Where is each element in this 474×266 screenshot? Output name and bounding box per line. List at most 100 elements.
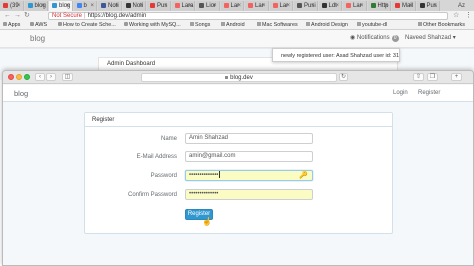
safari-address-text: blog.dev [230, 75, 253, 81]
bookmark-android[interactable]: Android [221, 21, 245, 30]
tab-close-icon[interactable]: × [41, 1, 45, 11]
notification-item[interactable]: newly registered user: Asad Shahzad user… [272, 48, 400, 62]
tabs-overview-button[interactable]: ❐ [427, 73, 438, 81]
bookmark-how-to-create-sche[interactable]: How to Create Sche... [58, 21, 116, 30]
tab-close-icon[interactable]: × [237, 1, 241, 11]
tab-close-icon[interactable]: × [311, 1, 315, 11]
browser-tab[interactable]: Pus × [416, 1, 440, 11]
user-dropdown[interactable]: Naveed Shahzad ▾ [405, 34, 456, 42]
safari-address-bar[interactable]: blog.dev [141, 73, 337, 82]
tab-close-icon[interactable]: × [188, 1, 192, 11]
chevron-right-icon: › [50, 74, 52, 80]
tab-close-icon[interactable]: × [90, 1, 94, 11]
bookmark-mac-softwares[interactable]: Mac Softwares [257, 21, 298, 30]
zoom-window-icon[interactable] [24, 74, 30, 80]
tab-close-icon[interactable]: × [335, 1, 339, 11]
share-button[interactable]: ⇧ [413, 73, 424, 81]
bookmark-other-bookmarks[interactable]: Other Bookmarks [418, 21, 465, 30]
name-label: Name [160, 136, 177, 142]
omnibox[interactable]: Not Secure | https://blog.dev/admin [48, 12, 448, 20]
bookmark-favicon-icon [124, 22, 128, 26]
browser-tab[interactable]: Lar × [245, 1, 269, 11]
browser-tab[interactable]: Lara × [171, 1, 195, 11]
bookmark-youtube-dl[interactable]: youtube-dl [357, 21, 387, 30]
chevron-left-icon: ‹ [39, 74, 41, 80]
not-secure-label: Not Secure [52, 13, 83, 19]
browser-tab[interactable]: blog × [49, 1, 73, 11]
tab-close-icon[interactable]: × [360, 1, 364, 11]
tab-favicon-icon [395, 2, 400, 8]
key-icon[interactable]: 🔑 [299, 172, 308, 180]
tab-close-icon[interactable]: × [66, 1, 70, 11]
reload-icon: ↻ [340, 74, 347, 80]
share-icon: ⇧ [415, 74, 422, 80]
url-scheme: https:// [87, 13, 106, 19]
bookmark-working-with-mysq[interactable]: Working with MySQ... [124, 21, 181, 30]
browser-tab[interactable]: b × [73, 1, 97, 11]
tab-close-icon[interactable]: × [286, 1, 290, 11]
admin-dashboard-heading: Admin Dashboard [107, 61, 156, 67]
browser-tab[interactable]: Http × [367, 1, 391, 11]
bookmark-apps[interactable]: Apps [3, 21, 20, 30]
notifications-dropdown[interactable]: ◉ Notifications 0 [350, 34, 399, 42]
app-brand[interactable]: blog [14, 89, 28, 98]
forward-button[interactable]: › [46, 73, 56, 81]
profile-button[interactable]: Az [458, 1, 474, 11]
tab-close-icon[interactable]: × [115, 1, 119, 11]
bookmark-android-design[interactable]: Android Design [306, 21, 348, 30]
tab-close-icon[interactable]: × [384, 1, 388, 11]
user-name: Naveed Shahzad [405, 35, 452, 41]
browser-tab[interactable]: Lar × [343, 1, 367, 11]
password-label: Password [150, 173, 177, 179]
tab-close-icon[interactable]: × [409, 1, 413, 11]
browser-tab[interactable]: Mail × [392, 1, 416, 11]
tab-close-icon[interactable]: × [262, 1, 266, 11]
back-button[interactable]: ‹ [35, 73, 45, 81]
tab-label: b [83, 3, 87, 9]
tab-close-icon[interactable]: × [17, 1, 21, 11]
menu-icon[interactable]: ⋮ [465, 12, 472, 20]
password-value: •••••••••••••• [189, 172, 219, 179]
reload-button[interactable]: ↻ [339, 73, 348, 81]
new-tab-button[interactable]: + [451, 73, 462, 81]
bookmark-aws[interactable]: AWS [30, 21, 47, 30]
folder-icon [357, 22, 361, 26]
forward-arrow-icon[interactable]: → [14, 12, 21, 20]
folder-icon [221, 22, 225, 26]
tab-close-icon[interactable]: × [139, 1, 143, 11]
tab-close-icon[interactable]: × [213, 1, 217, 11]
tab-close-icon[interactable]: × [433, 1, 437, 11]
tab-favicon-icon [223, 2, 229, 8]
back-arrow-icon[interactable]: ← [4, 12, 11, 20]
browser-tab[interactable]: Ldt × [318, 1, 342, 11]
back-app-brand[interactable]: blog [30, 34, 45, 43]
tab-favicon-icon [52, 2, 57, 8]
close-window-icon[interactable] [8, 74, 14, 80]
password-input[interactable]: •••••••••••••• 🔑 [185, 170, 313, 181]
login-link[interactable]: Login [393, 90, 408, 96]
browser-tab[interactable]: Lar × [220, 1, 244, 11]
url-host: blog.dev [105, 13, 129, 19]
browser-tab[interactable]: Pusi × [294, 1, 318, 11]
register-panel: Register Name Amin Shahzad E-Mail Addres… [84, 112, 393, 234]
email-input[interactable]: amin@gmail.com [185, 151, 313, 162]
reload-icon[interactable]: ↻ [24, 12, 30, 20]
tab-favicon-icon [346, 2, 351, 8]
notifications-label: Notifications [356, 35, 390, 41]
tab-close-icon[interactable]: × [164, 1, 168, 11]
browser-tab[interactable]: Noti × [98, 1, 122, 11]
bookmark-songs[interactable]: Songs [190, 21, 210, 30]
browser-tab[interactable]: Noti × [122, 1, 146, 11]
browser-tab[interactable]: (39 × [0, 1, 24, 11]
front-browser-window: ‹ › ◫ blog.dev ↻ ⇧ ❐ + blog Login Regist… [2, 70, 474, 266]
browser-tab[interactable]: Lar × [269, 1, 293, 11]
browser-tab[interactable]: Pus × [147, 1, 171, 11]
register-link[interactable]: Register [418, 90, 440, 96]
name-input[interactable]: Amin Shahzad [185, 133, 313, 144]
browser-tab[interactable]: Lior × [196, 1, 220, 11]
minimize-window-icon[interactable] [16, 74, 22, 80]
sidebar-button[interactable]: ◫ [62, 73, 73, 81]
star-icon[interactable]: ☆ [453, 12, 459, 20]
browser-tab[interactable]: blog × [24, 1, 48, 11]
confirm-password-input[interactable]: •••••••••••••• [185, 189, 313, 200]
